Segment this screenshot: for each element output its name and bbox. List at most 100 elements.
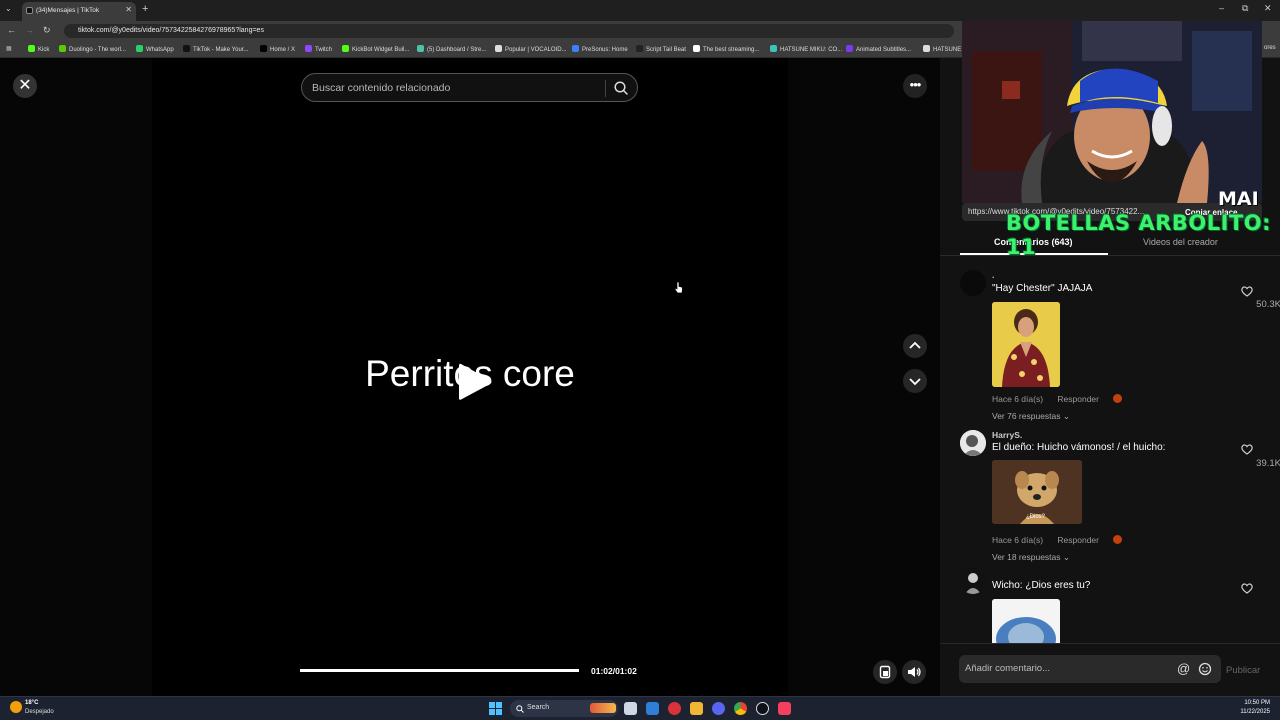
bookmark-item[interactable]: PreSonus: Home xyxy=(572,45,628,53)
heart-icon[interactable] xyxy=(1240,442,1254,456)
reload-icon[interactable]: ↻ xyxy=(43,25,51,36)
reply-button[interactable]: Responder xyxy=(1057,535,1099,545)
view-replies-button[interactable]: Ver 18 respuestas ⌄ xyxy=(992,552,1070,563)
windows-taskbar: 18°C Despejado Search 10:50 PM 11/22/202… xyxy=(0,696,1280,720)
weather-description[interactable]: Despejado xyxy=(25,709,54,715)
app-red-icon[interactable] xyxy=(668,702,681,715)
like-count: 8 xyxy=(1220,596,1270,607)
next-video-button[interactable] xyxy=(903,369,927,393)
bookmark-label: Twitch xyxy=(315,47,333,53)
bookmark-item[interactable]: TikTok - Make Your... xyxy=(183,45,248,53)
video-progress-bar[interactable] xyxy=(300,669,579,672)
floating-player-button[interactable] xyxy=(873,660,897,684)
music-app-icon[interactable] xyxy=(778,702,791,715)
more-options-button[interactable]: ••• xyxy=(903,74,927,98)
publish-button[interactable]: Publicar xyxy=(1226,665,1260,676)
taskbar-clock-time[interactable]: 10:50 PM xyxy=(1236,700,1270,706)
taskbar-search-label: Search xyxy=(527,704,550,711)
comment-item: HarryS. El dueño: Huicho vámonos! / el h… xyxy=(960,430,1280,563)
bookmark-item[interactable]: WhatsApp xyxy=(136,45,174,53)
edge-browser-icon[interactable] xyxy=(646,702,659,715)
comment-image[interactable] xyxy=(992,302,1060,387)
browser-tab-tiktok[interactable]: (34)Mensajes | TikTok ✕ xyxy=(22,2,136,21)
address-bar-url[interactable]: tiktok.com/@y0edits/video/75734225842769… xyxy=(64,24,954,38)
weather-sun-icon[interactable] xyxy=(10,701,22,713)
bookmark-favicon-icon xyxy=(846,45,853,52)
bookmark-label: TikTok - Make Your... xyxy=(193,47,249,53)
tab-close-icon[interactable]: ✕ xyxy=(125,5,132,14)
chrome-icon[interactable] xyxy=(734,702,747,715)
back-arrow-icon[interactable]: ← xyxy=(7,25,16,35)
close-video-button[interactable]: ✕ xyxy=(13,74,37,98)
comment-date: Hace 6 día(s) xyxy=(992,535,1044,545)
taskbar-search[interactable]: Search xyxy=(510,700,618,717)
comment-date: Hace 6 día(s) xyxy=(992,394,1044,404)
avatar[interactable] xyxy=(960,568,986,594)
bookmark-item[interactable]: HATSUNE MIKU: CO... xyxy=(770,45,842,53)
apps-grid-icon[interactable]: ▦ xyxy=(6,45,12,52)
comment-input[interactable]: Añadir comentario... @ xyxy=(959,655,1221,683)
previous-video-button[interactable] xyxy=(903,334,927,358)
search-placeholder: Buscar contenido relacionado xyxy=(312,82,451,94)
bookmark-item[interactable]: The best streaming... xyxy=(693,45,759,53)
close-window-icon[interactable]: ✕ xyxy=(1264,3,1272,14)
view-replies-label: Ver 18 respuestas xyxy=(992,552,1061,562)
bookmark-item[interactable]: KickBot Widget Buil... xyxy=(342,45,409,53)
discord-icon[interactable] xyxy=(712,702,725,715)
task-view-icon[interactable] xyxy=(624,702,637,715)
bookmark-item[interactable]: Animated Subtitles... xyxy=(846,45,911,53)
avatar[interactable] xyxy=(960,430,986,456)
volume-button[interactable] xyxy=(902,660,926,684)
overlay-counter-text: BOTELLAS ARBOLITO: 11 xyxy=(1006,211,1272,259)
comment-image[interactable]: ¿Dios? xyxy=(992,460,1082,524)
bookmark-item[interactable]: Duolingo - The worl... xyxy=(59,45,126,53)
new-tab-plus-icon[interactable]: + xyxy=(142,3,148,15)
bookmark-label: Kick xyxy=(38,47,50,53)
play-icon[interactable] xyxy=(455,360,495,404)
heart-icon[interactable] xyxy=(1240,284,1254,298)
bookmark-favicon-icon xyxy=(260,45,267,52)
search-icon[interactable] xyxy=(613,80,629,96)
bookmark-favicon-icon xyxy=(923,45,930,52)
bookmark-item[interactable]: Twitch xyxy=(305,45,332,53)
mention-at-icon[interactable]: @ xyxy=(1177,661,1190,676)
heart-icon[interactable] xyxy=(1240,581,1254,595)
comment-image[interactable] xyxy=(992,599,1060,643)
comment-text: El dueño: Huicho vámonos! / el huicho: xyxy=(992,442,1166,453)
creator-liked-badge-icon xyxy=(1113,394,1123,403)
taskbar-clock-date[interactable]: 11/22/2025 xyxy=(1230,709,1270,715)
weather-temperature[interactable]: 18°C xyxy=(25,700,38,706)
bookmark-favicon-icon xyxy=(59,45,66,52)
avatar[interactable] xyxy=(960,270,986,296)
bookmark-item[interactable]: Script Tail Beat xyxy=(636,45,686,53)
bookmark-favicon-icon xyxy=(572,45,579,52)
emoji-icon[interactable] xyxy=(1198,662,1212,676)
overlay-badge: MAI xyxy=(1218,188,1259,210)
bookmark-item[interactable]: Home / X xyxy=(260,45,295,53)
video-time: 01:02/01:02 xyxy=(591,666,637,676)
view-replies-button[interactable]: Ver 76 respuestas ⌄ xyxy=(992,411,1070,422)
comment-compose-bar: Añadir comentario... @ Publicar xyxy=(940,643,1280,696)
chatgpt-icon[interactable] xyxy=(756,702,769,715)
restore-window-icon[interactable]: ⧉ xyxy=(1242,3,1248,14)
minimize-window-icon[interactable]: – xyxy=(1219,3,1224,13)
bookmark-label: The best streaming... xyxy=(703,47,760,53)
comment-placeholder: Añadir comentario... xyxy=(965,663,1051,674)
windows-start-icon[interactable] xyxy=(489,702,502,715)
bookmark-item[interactable]: Kick xyxy=(28,45,49,53)
tab-list-chevron-icon[interactable]: ⌄ xyxy=(5,4,12,13)
reply-button[interactable]: Responder xyxy=(1057,394,1099,404)
bookmark-favicon-icon xyxy=(495,45,502,52)
bookmark-favicon-icon xyxy=(342,45,349,52)
forward-arrow-icon[interactable]: → xyxy=(25,25,34,35)
related-search-box[interactable]: Buscar contenido relacionado xyxy=(301,73,638,102)
chevron-down-icon: ⌄ xyxy=(1062,552,1071,562)
comment-username[interactable]: . xyxy=(992,270,994,280)
bookmark-item[interactable]: Popular | VOCALOID... xyxy=(495,45,567,53)
bookmark-label: KickBot Widget Buil... xyxy=(352,47,410,53)
bookmark-item[interactable]: (5) Dashboard / Stre... xyxy=(417,45,486,53)
file-explorer-icon[interactable] xyxy=(690,702,703,715)
bookmarks-overflow[interactable]: ores xyxy=(1264,45,1276,51)
chevron-down-icon: ⌄ xyxy=(1062,411,1071,421)
comment-username[interactable]: HarryS. xyxy=(992,430,1022,440)
